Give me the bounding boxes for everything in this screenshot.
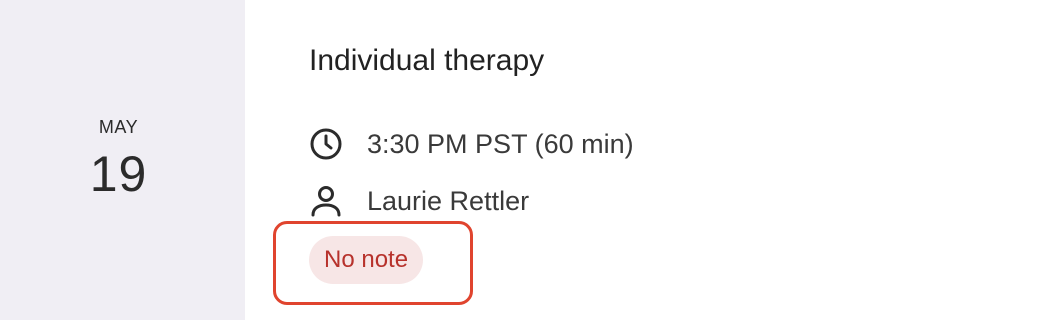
date-column: MAY 19 xyxy=(0,0,245,320)
date-month: MAY xyxy=(98,117,139,137)
appointment-clinician-row: Laurie Rettler xyxy=(309,181,529,221)
no-note-badge[interactable]: No note xyxy=(309,236,424,284)
date-day: 19 xyxy=(89,146,148,202)
appointment-title: Individual therapy xyxy=(309,44,545,77)
appointment-card: MAY 19 Individual therapy 3:30 PM PST (6… xyxy=(0,0,1052,320)
clock-icon xyxy=(309,127,343,161)
clinician-name: Laurie Rettler xyxy=(367,185,530,216)
appointment-time-row: 3:30 PM PST (60 min) xyxy=(309,124,634,164)
appointment-time: 3:30 PM PST (60 min) xyxy=(367,128,634,159)
person-icon xyxy=(309,184,343,218)
